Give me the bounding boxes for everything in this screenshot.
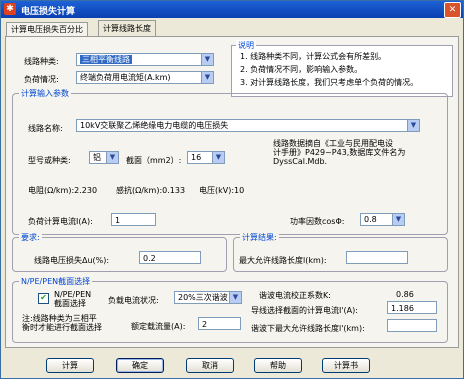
note-title: 说明	[236, 40, 256, 51]
dialog-window: ✱ 电压损失计算 ✕ 计算电压损失百分比 计算线路长度 线路种类: 三相平衡线路…	[0, 0, 464, 379]
voltage-loss-label: 线路电压损失Δu(%):	[34, 256, 110, 265]
max-length-output[interactable]	[346, 251, 408, 264]
harmonic-length-label: 谐波下最大允许线路长度l'(km):	[251, 324, 365, 333]
power-factor-label: 功率因数cosΦ:	[290, 217, 345, 226]
line-name-label: 线路名称:	[28, 124, 63, 133]
conductor-current-output[interactable]: 1.186	[387, 301, 437, 314]
model-select[interactable]: 铝 ▼	[89, 151, 119, 164]
voltage-text: 电压(kV):10	[199, 186, 245, 195]
chevron-down-icon: ▼	[201, 54, 213, 65]
line-type-label: 线路种类:	[24, 57, 59, 66]
neutral-section-checkbox[interactable]: ✔	[38, 293, 49, 304]
chevron-down-icon: ▼	[201, 72, 213, 83]
chevron-down-icon: ▼	[392, 214, 404, 225]
inductance-text: 感抗(Ω/km):0.133	[116, 186, 186, 195]
load-current-input[interactable]: 1	[111, 213, 156, 226]
neutral-note: 注:线路种类为三相平 衡时才能进行截面选择	[22, 314, 102, 332]
group-title: N/PE/PEN截面选择	[19, 276, 93, 287]
note-box: 说明 1. 线路种类不同，计算公式会有所差别。 2. 负荷情况不同，影响输入参数…	[231, 40, 453, 97]
close-icon[interactable]: ✕	[444, 2, 461, 18]
chevron-down-icon: ▼	[106, 152, 118, 163]
calc-button[interactable]: 计算	[46, 358, 94, 373]
note-line: 2. 负荷情况不同，影响输入参数。	[240, 65, 363, 74]
neutral-checkbox-label: N/PE/PEN 截面选择	[54, 290, 92, 308]
line-name-select[interactable]: 10kV交联聚乙烯绝缘电力电缆的电压损失 ▼	[76, 119, 420, 132]
load-case-select[interactable]: 终端负荷用电流矩(A.km) ▼	[76, 71, 214, 84]
chevron-down-icon: ▼	[212, 152, 224, 163]
line-type-select[interactable]: 三相平衡线路 ▼	[76, 53, 214, 66]
app-icon: ✱	[4, 3, 16, 15]
section-select[interactable]: 16 ▼	[187, 151, 225, 164]
max-length-label: 最大允许线路长度l(km):	[239, 256, 327, 265]
load-status-label: 负载电流状况:	[108, 296, 159, 305]
load-current-label: 负荷计算电流I(A):	[28, 217, 93, 226]
calc-book-button[interactable]: 计算书	[322, 358, 370, 373]
title-bar[interactable]: ✱ 电压损失计算 ✕	[1, 1, 463, 18]
power-factor-select[interactable]: 0.8 ▼	[360, 213, 405, 226]
rated-current-label: 额定载流量(A):	[131, 322, 186, 331]
help-button[interactable]: 帮助	[254, 358, 302, 373]
resistance-text: 电阻(Ω/km):2.230	[28, 186, 98, 195]
section-label: 截面（mm2）:	[126, 156, 182, 165]
ok-button[interactable]: 确定	[116, 358, 164, 373]
group-title: 计算结果:	[240, 232, 279, 243]
chevron-down-icon: ▼	[407, 120, 419, 131]
model-label: 型号或种类:	[28, 156, 71, 165]
harmonic-length-output[interactable]	[387, 319, 437, 332]
harmonic-factor-value: 0.86	[396, 290, 414, 299]
cancel-button[interactable]: 取消	[186, 358, 234, 373]
rated-current-input[interactable]: 2	[198, 317, 241, 330]
harmonic-factor-label: 谐波电流校正系数K:	[259, 291, 331, 300]
note-line: 1. 线路种类不同，计算公式会有所差别。	[240, 52, 387, 61]
voltage-loss-input[interactable]: 0.2	[139, 251, 201, 264]
load-case-label: 负荷情况:	[24, 75, 59, 84]
tab-line-length[interactable]: 计算线路长度	[98, 20, 156, 36]
chevron-down-icon: ▼	[229, 292, 241, 303]
tab-voltage-loss-percent[interactable]: 计算电压损失百分比	[6, 22, 88, 36]
window-title: 电压损失计算	[21, 7, 76, 17]
note-line: 3. 对计算线路长度，我们只考虑单个负荷的情况。	[240, 78, 419, 87]
load-status-select[interactable]: 20%三次谐波 ▼	[174, 291, 242, 304]
group-title: 要求:	[19, 232, 42, 243]
conductor-current-label: 导线选择截面的计算电流I'(A):	[251, 306, 358, 315]
info-text: 线路数据摘自《工业与民用配电设 计手册》P429~P43,数据库文件名为 Dys…	[273, 139, 406, 166]
group-title: 计算输入参数	[19, 88, 71, 99]
